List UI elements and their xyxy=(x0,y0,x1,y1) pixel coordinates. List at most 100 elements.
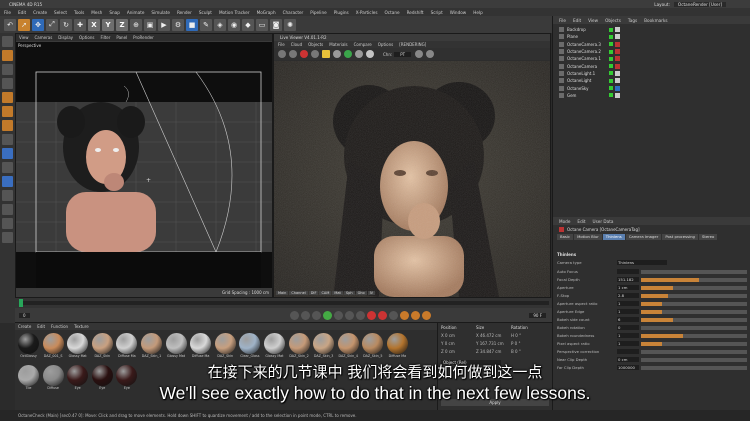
attribute-value-field[interactable]: 6 xyxy=(617,317,639,322)
object-list-item[interactable]: Backdrop xyxy=(553,26,750,33)
live-viewer-menu-item-rendering[interactable]: [RENDERING] xyxy=(399,42,426,47)
material-swatch[interactable]: DAZ_Skin_4 xyxy=(337,333,360,361)
sculpt-icon[interactable] xyxy=(2,176,13,187)
y-axis-lock-button[interactable]: Y xyxy=(102,18,114,31)
subdivision-icon[interactable]: ◈ xyxy=(214,18,226,31)
menu-item-octane[interactable]: Octane xyxy=(385,10,400,15)
material-menu-item-create[interactable]: Create xyxy=(18,324,31,329)
menu-item-simulate[interactable]: Simulate xyxy=(151,10,170,15)
material-menu-item-texture[interactable]: Texture xyxy=(74,324,89,329)
coordinate-field[interactable]: Z 34.847 cm xyxy=(476,349,511,354)
visibility-check-icon[interactable] xyxy=(609,34,613,39)
material-swatch[interactable]: OctGlossy xyxy=(17,333,40,361)
menu-item-file[interactable]: File xyxy=(4,10,11,15)
menu-item-motion-tracker[interactable]: Motion Tracker xyxy=(219,10,250,15)
visibility-check-icon[interactable] xyxy=(609,93,613,98)
render-settings-icon[interactable]: ⚙ xyxy=(172,18,184,31)
restart-icon[interactable] xyxy=(289,50,297,58)
scale-tool-icon[interactable]: ⤢ xyxy=(46,18,58,31)
attribute-value-field[interactable] xyxy=(617,269,639,274)
perspective-viewport[interactable]: View Cameras Display Options Filter Panel ProR… xyxy=(15,33,273,298)
viewport-menu-item-display[interactable]: Display xyxy=(58,35,73,40)
texture-mode-icon[interactable] xyxy=(2,64,13,75)
object-menu-item-bookmarks[interactable]: Bookmarks xyxy=(644,18,667,23)
settings-icon[interactable] xyxy=(333,50,341,58)
live-viewer-render[interactable] xyxy=(274,61,550,297)
menu-item-sculpt[interactable]: Sculpt xyxy=(199,10,212,15)
object-tag-icon[interactable] xyxy=(615,49,620,55)
attribute-value-field[interactable]: 1 xyxy=(617,341,639,346)
attribute-value-field[interactable]: 1 xyxy=(617,333,639,338)
x-axis-lock-button[interactable]: X xyxy=(88,18,100,31)
attribute-slider[interactable] xyxy=(641,325,747,330)
visibility-check-icon[interactable] xyxy=(609,56,613,61)
array-icon[interactable]: ◉ xyxy=(228,18,240,31)
material-swatch[interactable]: Glossy Mat xyxy=(66,333,89,361)
object-tag-icon[interactable] xyxy=(615,34,620,40)
material-swatch[interactable]: DAZ_Skin xyxy=(91,333,114,361)
material-swatch[interactable]: DAZ_Skin_1 xyxy=(140,333,163,361)
live-viewer-menu-item-file[interactable]: File xyxy=(278,42,285,47)
floor-icon[interactable]: ▭ xyxy=(256,18,268,31)
lock-workplane-icon[interactable] xyxy=(2,190,13,201)
live-viewer-tab-iv[interactable]: IV xyxy=(367,291,376,295)
material-swatch[interactable]: Diffuse Ma xyxy=(189,333,212,361)
object-tag-icon[interactable] xyxy=(615,70,620,76)
frame-start-field[interactable]: 0 xyxy=(19,312,30,318)
snap-icon[interactable] xyxy=(2,162,13,173)
coordinate-field[interactable]: Y 0 cm xyxy=(441,341,476,346)
live-viewer-tab-mat[interactable]: Mat xyxy=(332,291,343,295)
object-menu-item-objects[interactable]: Objects xyxy=(605,18,621,23)
render-picture-viewer-icon[interactable]: ▶ xyxy=(158,18,170,31)
attribute-tab-post-processing[interactable]: Post processing xyxy=(662,234,698,240)
visibility-check-icon[interactable] xyxy=(609,86,613,91)
attribute-tab-basic[interactable]: Basic xyxy=(557,234,574,240)
menu-item-render[interactable]: Render xyxy=(177,10,192,15)
material-swatch[interactable]: Diffuse Ma xyxy=(386,333,409,361)
make-editable-icon[interactable] xyxy=(2,36,13,47)
menu-item-x-particles[interactable]: X-Particles xyxy=(356,10,378,15)
coordinate-field[interactable]: B 0 ° xyxy=(511,349,546,354)
menu-item-script[interactable]: Script xyxy=(431,10,443,15)
timeline[interactable] xyxy=(15,298,552,308)
live-viewer-tab-cam[interactable]: CAM xyxy=(319,291,332,295)
attribute-value-field[interactable]: 1 xyxy=(617,309,639,314)
coordinate-field[interactable]: Z 0 cm xyxy=(441,349,476,354)
region-icon[interactable] xyxy=(415,50,424,58)
go-to-end-icon[interactable] xyxy=(355,310,365,320)
attribute-tab-thinlens[interactable]: Thinlens xyxy=(602,234,625,240)
live-viewer-tab-sph[interactable]: Sph xyxy=(343,291,355,295)
visibility-check-icon[interactable] xyxy=(609,42,613,47)
menu-item-animate[interactable]: Animate xyxy=(127,10,145,15)
visibility-check-icon[interactable] xyxy=(609,49,613,54)
render-view-icon[interactable]: ▣ xyxy=(144,18,156,31)
xray-icon[interactable] xyxy=(2,232,13,243)
menu-item-pipeline[interactable]: Pipeline xyxy=(310,10,326,15)
undo-icon[interactable]: ↶ xyxy=(4,18,16,31)
attribute-tab-stereo[interactable]: Stereo xyxy=(698,234,718,240)
attribute-menu-item-edit[interactable]: Edit xyxy=(577,219,585,224)
camera-type-select[interactable]: Thinlens xyxy=(617,260,667,265)
object-list-item[interactable]: OctaneCamera.2 xyxy=(553,48,750,55)
pen-spline-icon[interactable]: ✎ xyxy=(200,18,212,31)
attribute-slider[interactable] xyxy=(641,349,747,354)
object-list-item[interactable]: OctaneLight.1 xyxy=(553,70,750,77)
menu-item-help[interactable]: Help xyxy=(473,10,483,15)
material-swatch[interactable]: DAZ_Skin_3 xyxy=(312,333,335,361)
menu-item-snap[interactable]: Snap xyxy=(109,10,120,15)
live-viewer-menu-item-cloud[interactable]: Cloud xyxy=(291,42,302,47)
model-mode-icon[interactable] xyxy=(2,50,13,61)
object-list-item[interactable]: OctaneCamera.1 xyxy=(553,55,750,62)
previous-key-icon[interactable] xyxy=(300,310,310,320)
material-swatch[interactable]: Clear_Glass xyxy=(238,333,261,361)
visibility-check-icon[interactable] xyxy=(609,78,613,83)
attribute-slider[interactable] xyxy=(641,333,747,338)
zoom-icon[interactable] xyxy=(426,50,435,58)
object-tag-icon[interactable] xyxy=(615,92,620,98)
menu-item-tools[interactable]: Tools xyxy=(74,10,84,15)
frame-end-field[interactable]: 90 F xyxy=(529,312,546,318)
viewport-menu-item-view[interactable]: View xyxy=(19,35,29,40)
viewport-scene[interactable]: + xyxy=(16,42,272,288)
material-swatch[interactable]: DAZ_001_S xyxy=(42,333,65,361)
object-list-item[interactable]: OctaneCamera.3 xyxy=(553,41,750,48)
